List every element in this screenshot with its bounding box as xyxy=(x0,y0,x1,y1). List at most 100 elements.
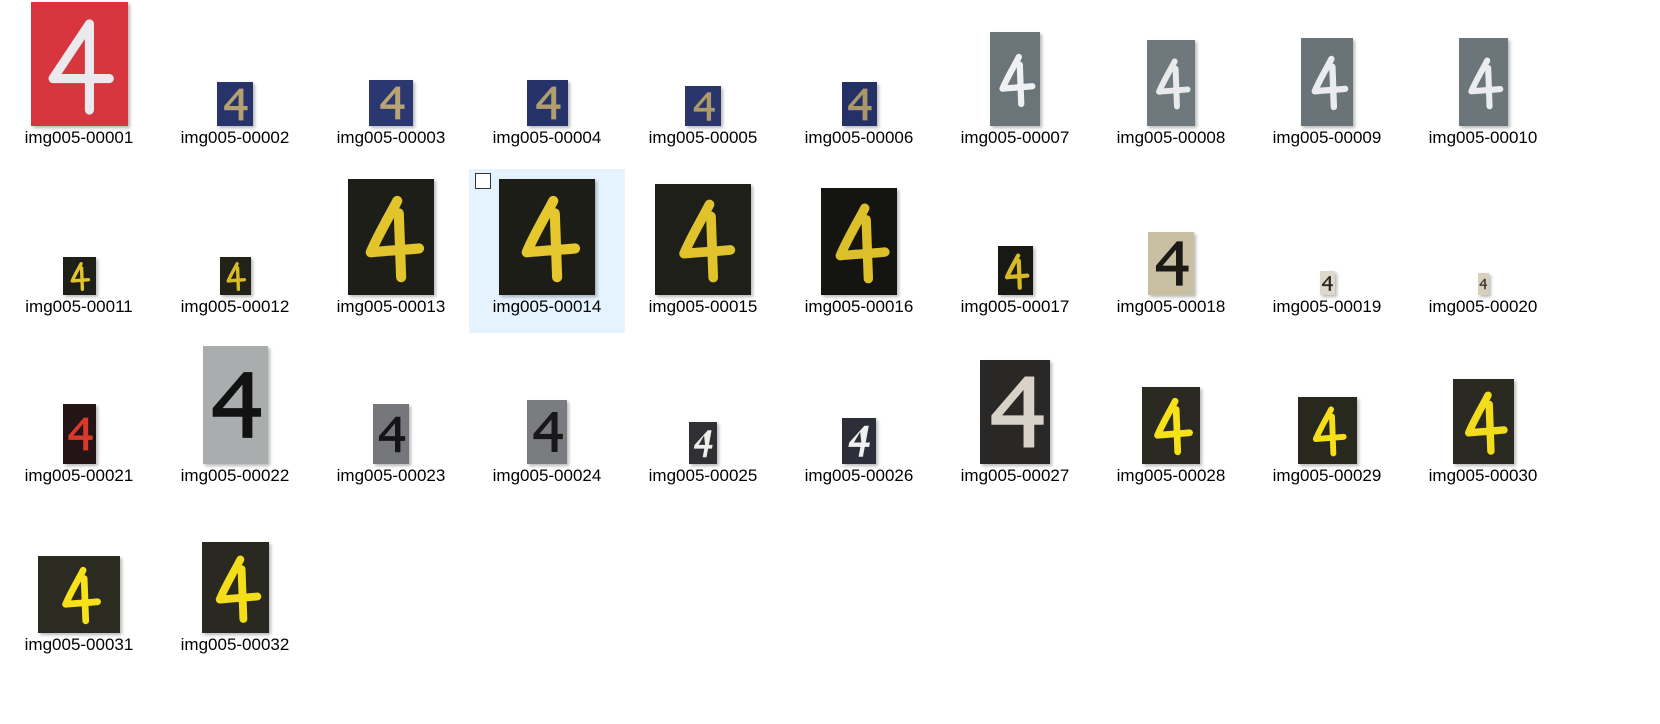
file-item[interactable]: img005-00001 xyxy=(1,0,157,164)
digit-four-glyph xyxy=(226,262,247,291)
file-item[interactable]: img005-00029 xyxy=(1249,338,1405,502)
thumbnail-image xyxy=(526,80,568,126)
file-item[interactable]: img005-00016 xyxy=(781,169,937,333)
thumbnail-image xyxy=(499,179,595,295)
thumbnail-image xyxy=(842,418,876,464)
thumbnail-image xyxy=(685,86,721,126)
file-item[interactable]: img005-00007 xyxy=(937,0,1093,164)
thumbnail-area xyxy=(1249,338,1405,464)
file-name-label: img005-00021 xyxy=(24,466,134,485)
file-item[interactable]: img005-00009 xyxy=(1249,0,1405,164)
file-name-label: img005-00008 xyxy=(1116,128,1226,147)
thumbnail-image xyxy=(1142,387,1200,464)
digit-four-glyph xyxy=(693,91,715,121)
file-item[interactable]: img005-00003 xyxy=(313,0,469,164)
thumbnail-area xyxy=(625,169,781,295)
file-name-label: img005-00022 xyxy=(180,466,290,485)
file-item[interactable]: img005-00032 xyxy=(157,507,313,671)
digit-four-glyph xyxy=(224,88,248,120)
file-name-label: img005-00018 xyxy=(1116,297,1226,316)
thumbnail-area xyxy=(469,338,625,464)
file-item[interactable]: img005-00011 xyxy=(1,169,157,333)
file-item[interactable]: img005-00026 xyxy=(781,338,937,502)
file-item[interactable]: img005-00006 xyxy=(781,0,937,164)
thumbnail-area xyxy=(1,338,157,464)
digit-four-glyph xyxy=(535,86,561,120)
thumbnail-image xyxy=(348,179,434,295)
thumbnail-image xyxy=(980,360,1050,464)
file-item[interactable]: img005-00012 xyxy=(157,169,313,333)
digit-four-glyph xyxy=(365,195,425,282)
file-item[interactable]: img005-00018 xyxy=(1093,169,1249,333)
thumbnail-image xyxy=(1458,38,1508,126)
thumbnail-image xyxy=(219,257,251,295)
thumbnail-area xyxy=(625,0,781,126)
file-name-label: img005-00026 xyxy=(804,466,914,485)
thumbnail-image xyxy=(1452,379,1514,464)
file-item[interactable]: img005-00022 xyxy=(157,338,313,502)
thumbnail-image xyxy=(217,82,253,126)
thumbnail-area xyxy=(313,338,469,464)
digit-four-glyph xyxy=(848,88,872,120)
thumbnail-image xyxy=(369,80,413,126)
file-name-label: img005-00001 xyxy=(24,128,134,147)
file-name-label: img005-00010 xyxy=(1428,128,1538,147)
file-item[interactable]: img005-00019 xyxy=(1249,169,1405,333)
thumbnail-area xyxy=(1,0,157,126)
file-item[interactable]: img005-00002 xyxy=(157,0,313,164)
thumbnail-area xyxy=(1405,169,1561,295)
file-name-label: img005-00031 xyxy=(24,635,134,654)
file-item[interactable]: img005-00024 xyxy=(469,338,625,502)
digit-four-glyph xyxy=(835,202,890,283)
thumbnail-image xyxy=(527,400,567,464)
digit-four-glyph xyxy=(67,417,93,451)
thumbnail-image xyxy=(201,542,269,633)
file-item[interactable]: img005-00013 xyxy=(313,169,469,333)
thumbnail-image xyxy=(30,2,128,126)
file-item[interactable]: img005-00030 xyxy=(1405,338,1561,502)
file-name-label: img005-00023 xyxy=(336,466,446,485)
digit-four-glyph xyxy=(847,425,870,457)
digit-four-glyph xyxy=(215,555,261,623)
digit-four-glyph xyxy=(999,53,1036,107)
thumbnail-area xyxy=(937,169,1093,295)
file-name-label: img005-00029 xyxy=(1272,466,1382,485)
thumbnail-area xyxy=(469,169,625,295)
file-name-label: img005-00025 xyxy=(648,466,758,485)
thumbnail-area xyxy=(313,169,469,295)
file-item[interactable]: img005-00014 xyxy=(469,169,625,333)
file-item[interactable]: img005-00005 xyxy=(625,0,781,164)
digit-four-glyph xyxy=(378,416,406,452)
file-item[interactable]: img005-00028 xyxy=(1093,338,1249,502)
file-item[interactable]: img005-00020 xyxy=(1405,169,1561,333)
digit-four-glyph xyxy=(1464,391,1508,455)
file-item[interactable]: img005-00015 xyxy=(625,169,781,333)
file-item[interactable]: img005-00010 xyxy=(1405,0,1561,164)
file-item[interactable]: img005-00021 xyxy=(1,338,157,502)
thumbnail-area xyxy=(1405,338,1561,464)
thumbnail-area xyxy=(157,507,313,633)
digit-four-glyph xyxy=(1321,275,1333,291)
file-item[interactable]: img005-00031 xyxy=(1,507,157,671)
thumbnail-area xyxy=(1249,0,1405,126)
file-item[interactable]: img005-00027 xyxy=(937,338,1093,502)
file-name-label: img005-00013 xyxy=(336,297,446,316)
file-item[interactable]: img005-00023 xyxy=(313,338,469,502)
file-item[interactable]: img005-00025 xyxy=(625,338,781,502)
file-name-label: img005-00017 xyxy=(960,297,1070,316)
thumbnail-area xyxy=(157,338,313,464)
file-item[interactable]: img005-00017 xyxy=(937,169,1093,333)
thumbnail-area xyxy=(781,0,937,126)
digit-four-glyph xyxy=(693,429,713,457)
thumbnail-image xyxy=(62,257,96,295)
file-item[interactable]: img005-00008 xyxy=(1093,0,1249,164)
thumbnail-area xyxy=(1,507,157,633)
file-name-label: img005-00020 xyxy=(1428,297,1538,316)
digit-four-glyph xyxy=(212,372,262,438)
thumbnail-image xyxy=(821,188,897,295)
file-name-label: img005-00006 xyxy=(804,128,914,147)
file-item[interactable]: img005-00004 xyxy=(469,0,625,164)
digit-four-glyph xyxy=(1004,252,1029,290)
thumbnail-area xyxy=(1093,338,1249,464)
file-thumbnail-grid: img005-00001 img005-00002 img005-00003 img0… xyxy=(0,0,1660,724)
